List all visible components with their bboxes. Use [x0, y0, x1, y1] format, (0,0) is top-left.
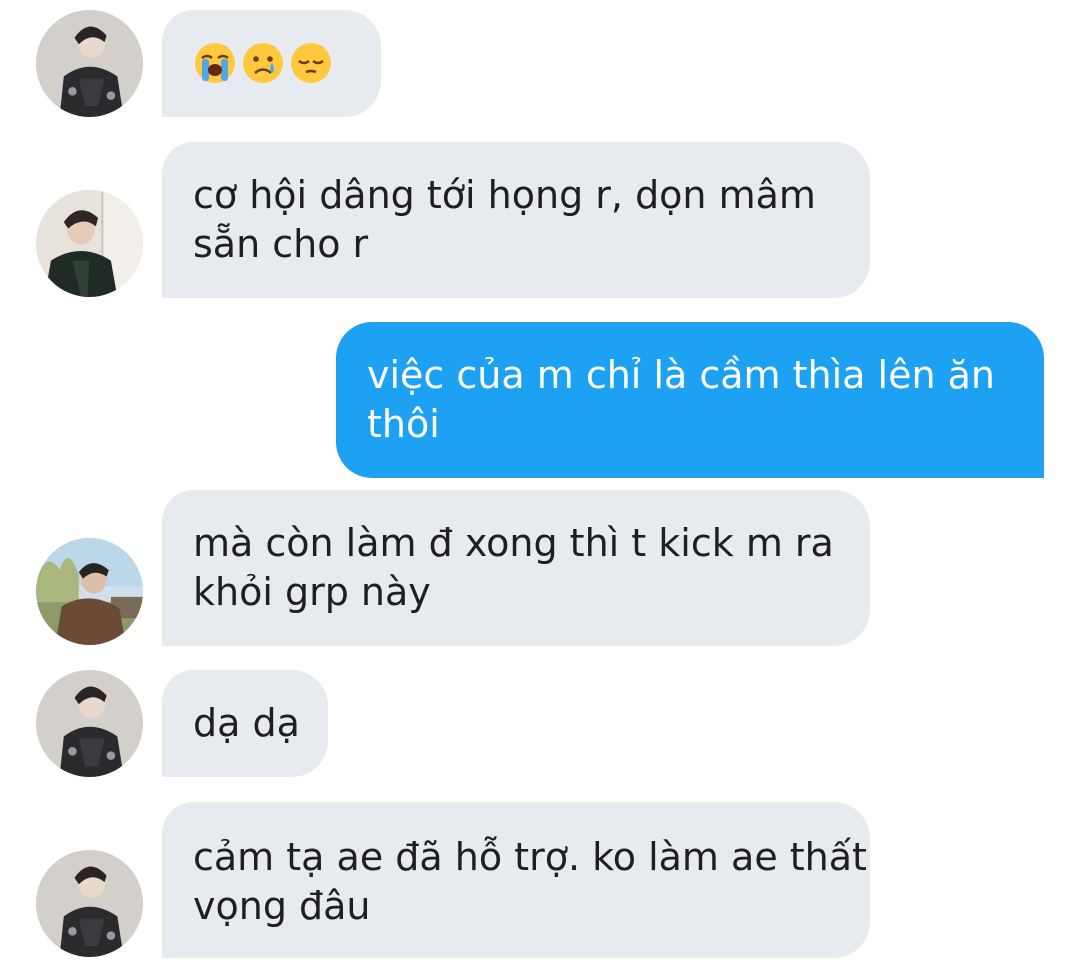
- message-text: cảm tạ ae đã hỗ trợ. ko làm ae thất vọng…: [193, 835, 867, 928]
- avatar-jacket-image: [36, 850, 143, 957]
- avatar-jacket-image: [36, 10, 143, 117]
- avatar[interactable]: [36, 670, 143, 777]
- avatar[interactable]: [36, 538, 143, 645]
- pensive-face-emoji: [291, 43, 331, 83]
- emoji-row: [193, 41, 381, 85]
- avatar-window-image: [36, 190, 143, 297]
- avatar[interactable]: [36, 10, 143, 117]
- message-bubble-incoming[interactable]: [162, 10, 381, 117]
- avatar[interactable]: [36, 850, 143, 957]
- avatar[interactable]: [36, 190, 143, 297]
- message-bubble-incoming[interactable]: cơ hội dâng tới họng r, dọn mâm sẵn cho …: [162, 142, 870, 298]
- crying-face-emoji: [243, 43, 283, 83]
- chat-thread: cơ hội dâng tới họng r, dọn mâm sẵn cho …: [0, 0, 1080, 980]
- message-bubble-incoming[interactable]: cảm tạ ae đã hỗ trợ. ko làm ae thất vọng…: [162, 802, 870, 958]
- message-text: cơ hội dâng tới họng r, dọn mâm sẵn cho …: [193, 173, 816, 266]
- message-text: mà còn làm đ xong thì t kick m ra khỏi g…: [193, 521, 834, 614]
- message-bubble-incoming[interactable]: mà còn làm đ xong thì t kick m ra khỏi g…: [162, 490, 870, 646]
- avatar-jacket-image: [36, 670, 143, 777]
- message-text: việc của m chỉ là cầm thìa lên ăn thôi: [367, 353, 996, 446]
- avatar-outdoor-image: [36, 538, 143, 645]
- loudly-crying-face-emoji: [195, 43, 235, 83]
- message-bubble-incoming[interactable]: dạ dạ: [162, 670, 328, 777]
- message-bubble-outgoing[interactable]: việc của m chỉ là cầm thìa lên ăn thôi: [336, 322, 1044, 478]
- message-text: dạ dạ: [193, 701, 300, 745]
